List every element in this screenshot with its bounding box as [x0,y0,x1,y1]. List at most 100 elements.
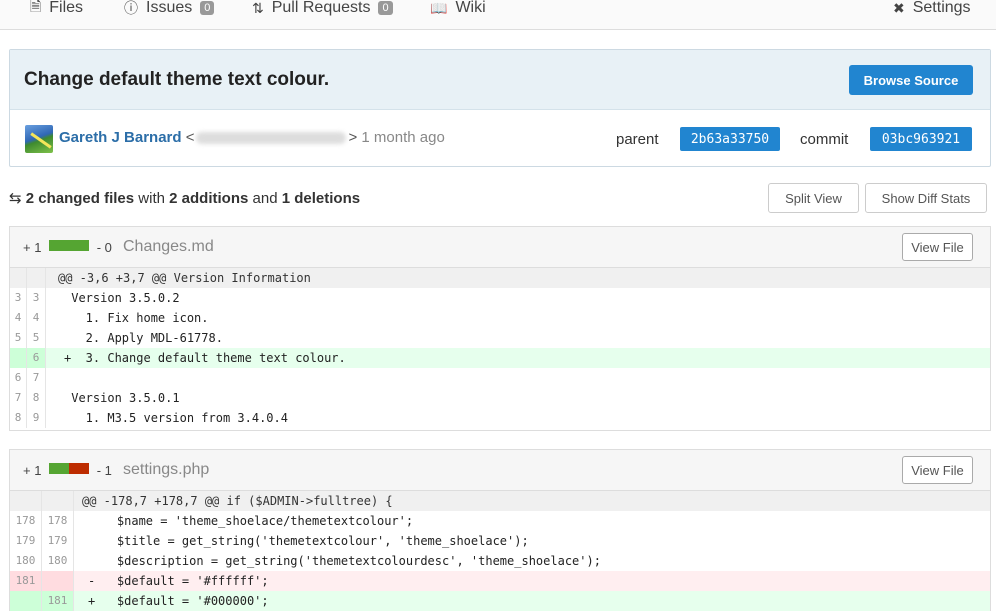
tab-wiki[interactable]: 📖 Wiki [430,0,486,19]
split-view-button[interactable]: Split View [768,183,859,213]
changed-files-count: 2 changed files [25,190,135,207]
view-file-button[interactable]: View File [902,233,973,261]
context-line: 44 1. Fix home icon. [10,308,990,328]
tab-files[interactable]: 🗎 Files [30,0,83,19]
code-line-text: $title = get_string('themetextcolour', '… [88,534,529,548]
summary-and: and [252,190,278,207]
tab-pull-requests-label: Pull Requests [271,0,371,16]
diff-body: @@ -3,6 +3,7 @@ Version Information 3 3 Ve… [10,268,990,428]
tab-issues[interactable]: ⓘ Issues 0 [124,0,215,19]
tab-settings[interactable]: ✖ Settings [893,0,971,19]
author-name-link[interactable]: Gareth J Barnard [59,129,182,146]
diff-summary: ⇆ 2 changed files with 2 additions and 1… [9,189,360,207]
commit-title: Change default theme text colour. [24,69,330,90]
diff-file-header: + 1 - 1 settings.php View File [10,450,990,491]
deletions-stat: - 1 [96,463,112,478]
hunk-header-row: @@ -178,7 +178,7 @@ if ($ADMIN->fulltree… [10,491,990,511]
added-line: 6 + 3. Change default theme text colour. [10,348,990,368]
additions-stat: + 1 [23,240,42,255]
old-line-number: 3 [10,288,27,308]
context-line: 78 Version 3.5.0.1 [10,388,990,408]
new-line-number: 8 [27,388,46,408]
commit-sha-link[interactable]: 03bc963921 [870,127,972,151]
new-line-number [42,571,74,591]
new-line-number [27,268,46,288]
context-line: 67 [10,368,990,388]
deleted-line: 181 - $default = '#ffffff'; [10,571,990,591]
pull-request-icon: ⇅ [252,0,264,16]
summary-with: with [138,190,165,207]
old-line-number: 4 [10,308,27,328]
context-line: 33 Version 3.5.0.2 [10,288,990,308]
code-line-text: + $default = '#000000'; [88,594,269,608]
issue-icon: ⓘ [124,0,138,16]
new-line-number: 4 [27,308,46,328]
old-line-number [10,348,27,368]
commit-header: Change default theme text colour. Browse… [9,49,991,167]
old-line-number [10,491,42,511]
context-line: 89 1. M3.5 version from 3.4.0.4 [10,408,990,428]
browse-source-button[interactable]: Browse Source [849,65,973,95]
code-line-text: - $default = '#ffffff'; [88,574,269,588]
new-line-number: 9 [27,408,46,428]
additions-count: 2 additions [169,190,249,207]
diff-body: @@ -178,7 +178,7 @@ if ($ADMIN->fulltree… [10,491,990,611]
deletions-stat: - 0 [96,240,112,255]
code-line-text: $description = get_string('themetextcolo… [88,554,601,568]
code-line-text: 1. M3.5 version from 3.4.0.4 [64,411,288,425]
new-line-number: 178 [42,511,74,531]
old-line-number [10,268,27,288]
old-line-number: 5 [10,328,27,348]
issues-count-badge: 0 [200,1,215,15]
deletions-count: 1 deletions [281,190,361,207]
code-line-text: Version 3.5.0.2 [64,291,180,305]
repo-nav: 🗎 Files ⓘ Issues 0 ⇅ Pull Requests 0 📖 W… [0,0,996,30]
context-line: 178 178 $name = 'theme_shoelace/themetext… [10,511,990,531]
changes-icon: ⇆ [9,190,22,207]
additions-bar [49,240,90,251]
commit-title-bar: Change default theme text colour. Browse… [10,50,990,110]
commit-author-line: Gareth J Barnard < > 1 month ago [59,129,445,146]
code-line-text: Version 3.5.0.1 [64,391,180,405]
email-close-bracket: > [348,129,358,146]
new-line-number: 6 [27,348,46,368]
code-line-text: + 3. Change default theme text colour. [64,351,346,365]
additions-stat: + 1 [23,463,42,478]
new-line-number [42,491,74,511]
tab-settings-label: Settings [912,0,971,16]
tools-icon: ✖ [893,0,905,16]
email-open-bracket: < [185,129,195,146]
parent-sha-link[interactable]: 2b63a33750 [680,127,780,151]
deletions-bar [69,463,90,474]
show-diff-stats-button[interactable]: Show Diff Stats [865,183,987,213]
new-line-number: 7 [27,368,46,388]
parent-label: parent [616,131,659,148]
book-icon: 📖 [430,0,448,16]
old-line-number: 179 [10,531,42,551]
new-line-number: 5 [27,328,46,348]
old-line-number: 7 [10,388,27,408]
new-line-number: 179 [42,531,74,551]
old-line-number: 181 [10,571,42,591]
code-line-text: $name = 'theme_shoelace/themetextcolour'… [88,514,414,528]
context-line: 55 2. Apply MDL-61778. [10,328,990,348]
view-file-button[interactable]: View File [902,456,973,484]
new-line-number: 181 [42,591,74,611]
code-line-text: 2. Apply MDL-61778. [64,331,223,345]
author-avatar[interactable] [25,125,53,153]
hunk-header-text: @@ -3,6 +3,7 @@ Version Information [58,271,311,285]
tab-wiki-label: Wiki [455,0,486,16]
old-line-number [10,591,42,611]
new-line-number: 180 [42,551,74,571]
diff-file-header: + 1 - 0 Changes.md View File [10,227,990,268]
additions-bar [49,463,70,474]
file-name: Changes.md [123,238,214,255]
hunk-header-row: @@ -3,6 +3,7 @@ Version Information [10,268,990,288]
old-line-number: 6 [10,368,27,388]
tab-issues-label: Issues [146,0,193,16]
author-email-blurred [196,132,347,145]
file-icon: 🗎 [30,0,42,14]
added-line: 181 + $default = '#000000'; [10,591,990,611]
file-name: settings.php [123,461,210,478]
tab-pull-requests[interactable]: ⇅ Pull Requests 0 [252,0,393,19]
